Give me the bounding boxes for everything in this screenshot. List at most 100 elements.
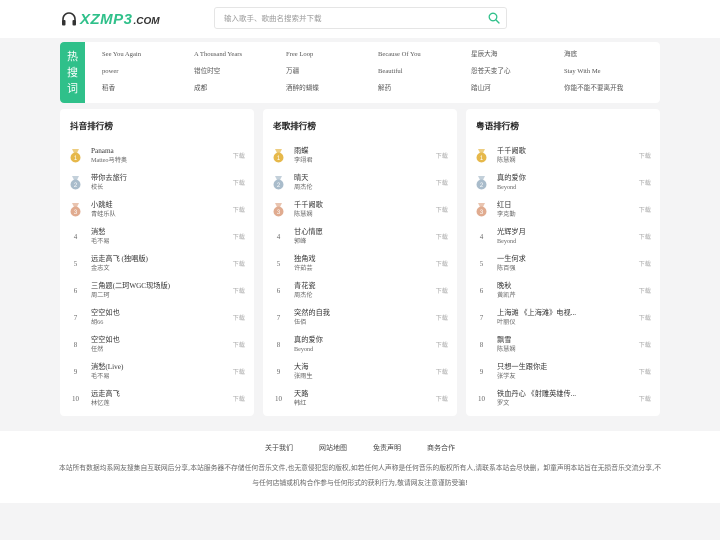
song-title[interactable]: 远走高飞 xyxy=(91,389,221,399)
download-link[interactable]: 下载 xyxy=(436,179,448,189)
download-link[interactable]: 下载 xyxy=(639,179,651,189)
song-artist[interactable]: 叶丽仪 xyxy=(497,318,627,328)
song-row[interactable]: 1 Panama Matteo马特奥 下载 xyxy=(60,143,254,170)
song-title[interactable]: 只想一生跟你走 xyxy=(497,362,627,372)
song-artist[interactable]: 陈慧娴 xyxy=(497,156,627,166)
download-link[interactable]: 下载 xyxy=(436,314,448,324)
download-link[interactable]: 下载 xyxy=(639,368,651,378)
download-link[interactable]: 下载 xyxy=(436,152,448,162)
song-artist[interactable]: Beyond xyxy=(294,345,424,355)
search-icon[interactable] xyxy=(488,12,500,24)
search-input[interactable] xyxy=(215,8,480,28)
footer-link-disclaimer[interactable]: 免责声明 xyxy=(373,443,401,453)
song-artist[interactable]: 周杰伦 xyxy=(294,291,424,301)
song-title[interactable]: 三角题(二珂WGC现场版) xyxy=(91,281,221,291)
song-artist[interactable]: 张雨生 xyxy=(294,372,424,382)
footer-link-business[interactable]: 商务合作 xyxy=(427,443,455,453)
hot-search-item[interactable]: Because Of You xyxy=(378,49,471,66)
site-logo[interactable]: XZMP3 .COM xyxy=(61,9,160,29)
song-title[interactable]: 飘雪 xyxy=(497,335,627,345)
hot-search-item[interactable]: 错位时空 xyxy=(194,66,286,83)
download-link[interactable]: 下载 xyxy=(233,152,245,162)
song-title[interactable]: 空空如也 xyxy=(91,335,221,345)
download-link[interactable]: 下载 xyxy=(436,395,448,405)
song-artist[interactable]: 李翊君 xyxy=(294,156,424,166)
song-title[interactable]: 天路 xyxy=(294,389,424,399)
song-artist[interactable]: 胡66 xyxy=(91,318,221,328)
song-row[interactable]: 10 铁血丹心 《射雕英雄传... 罗文 下载 xyxy=(466,386,660,413)
song-title[interactable]: 大海 xyxy=(294,362,424,372)
download-link[interactable]: 下载 xyxy=(639,341,651,351)
song-title[interactable]: 真的爱你 xyxy=(497,173,627,183)
song-artist[interactable]: 郭峰 xyxy=(294,237,424,247)
song-artist[interactable]: Matteo马特奥 xyxy=(91,156,221,166)
song-row[interactable]: 4 甘心情愿 郭峰 下载 xyxy=(263,224,457,251)
song-artist[interactable]: 罗文 xyxy=(497,399,627,409)
download-link[interactable]: 下载 xyxy=(639,206,651,216)
song-title[interactable]: 一生何求 xyxy=(497,254,627,264)
song-row[interactable]: 2 带你去旅行 校长 下载 xyxy=(60,170,254,197)
song-row[interactable]: 7 上海滩 《上海滩》电视... 叶丽仪 下载 xyxy=(466,305,660,332)
download-link[interactable]: 下载 xyxy=(639,314,651,324)
hot-search-item[interactable]: 踏山河 xyxy=(471,83,564,100)
song-row[interactable]: 1 千千阙歌 陈慧娴 下载 xyxy=(466,143,660,170)
song-title[interactable]: 晴天 xyxy=(294,173,424,183)
download-link[interactable]: 下载 xyxy=(233,395,245,405)
hot-search-item[interactable]: 星辰大海 xyxy=(471,49,564,66)
hot-search-item[interactable]: Beautiful xyxy=(378,66,471,83)
song-title[interactable]: 雨蝶 xyxy=(294,146,424,156)
footer-link-about[interactable]: 关于我们 xyxy=(265,443,293,453)
song-row[interactable]: 5 远走高飞 (独唱版) 金志文 下载 xyxy=(60,251,254,278)
song-artist[interactable]: 许茹芸 xyxy=(294,264,424,274)
hot-search-item[interactable]: See You Again xyxy=(102,49,194,66)
song-artist[interactable]: 周二珂 xyxy=(91,291,221,301)
song-row[interactable]: 1 雨蝶 李翊君 下载 xyxy=(263,143,457,170)
download-link[interactable]: 下载 xyxy=(436,287,448,297)
song-row[interactable]: 6 三角题(二珂WGC现场版) 周二珂 下载 xyxy=(60,278,254,305)
download-link[interactable]: 下载 xyxy=(233,179,245,189)
download-link[interactable]: 下载 xyxy=(436,233,448,243)
song-artist[interactable]: 伍佰 xyxy=(294,318,424,328)
song-row[interactable]: 5 独角戏 许茹芸 下载 xyxy=(263,251,457,278)
song-title[interactable]: 突然的自我 xyxy=(294,308,424,318)
download-link[interactable]: 下载 xyxy=(639,260,651,270)
song-row[interactable]: 9 只想一生跟你走 张学友 下载 xyxy=(466,359,660,386)
song-title[interactable]: 小跳蛙 xyxy=(91,200,221,210)
song-artist[interactable]: 林忆莲 xyxy=(91,399,221,409)
song-row[interactable]: 6 青花瓷 周杰伦 下载 xyxy=(263,278,457,305)
song-title[interactable]: 空空如也 xyxy=(91,308,221,318)
download-link[interactable]: 下载 xyxy=(639,395,651,405)
hot-search-item[interactable]: 你能不能不要离开我 xyxy=(564,83,657,100)
download-link[interactable]: 下载 xyxy=(233,233,245,243)
song-artist[interactable]: 陈慧娴 xyxy=(294,210,424,220)
song-row[interactable]: 4 光辉岁月 Beyond 下载 xyxy=(466,224,660,251)
song-row[interactable]: 7 空空如也 胡66 下载 xyxy=(60,305,254,332)
hot-search-item[interactable]: Free Loop xyxy=(286,49,378,66)
song-title[interactable]: 甘心情愿 xyxy=(294,227,424,237)
song-artist[interactable]: 任然 xyxy=(91,345,221,355)
song-title[interactable]: 真的爱你 xyxy=(294,335,424,345)
song-title[interactable]: 千千阙歌 xyxy=(294,200,424,210)
song-row[interactable]: 2 晴天 周杰伦 下载 xyxy=(263,170,457,197)
song-artist[interactable]: 青蛙乐队 xyxy=(91,210,221,220)
hot-search-item[interactable]: A Thousand Years xyxy=(194,49,286,66)
song-title[interactable]: 消愁 xyxy=(91,227,221,237)
footer-link-sitemap[interactable]: 网站地图 xyxy=(319,443,347,453)
song-title[interactable]: Panama xyxy=(91,146,221,156)
song-artist[interactable]: 毛不易 xyxy=(91,237,221,247)
song-row[interactable]: 9 消愁(Live) 毛不易 下载 xyxy=(60,359,254,386)
song-title[interactable]: 带你去旅行 xyxy=(91,173,221,183)
song-row[interactable]: 10 远走高飞 林忆莲 下载 xyxy=(60,386,254,413)
hot-search-item[interactable]: power xyxy=(102,66,194,83)
song-title[interactable]: 光辉岁月 xyxy=(497,227,627,237)
song-artist[interactable]: Beyond xyxy=(497,237,627,247)
download-link[interactable]: 下载 xyxy=(436,341,448,351)
song-title[interactable]: 消愁(Live) xyxy=(91,362,221,372)
song-title[interactable]: 独角戏 xyxy=(294,254,424,264)
song-row[interactable]: 3 千千阙歌 陈慧娴 下载 xyxy=(263,197,457,224)
song-artist[interactable]: 金志文 xyxy=(91,264,221,274)
hot-search-item[interactable]: 成都 xyxy=(194,83,286,100)
song-row[interactable]: 8 飘雪 陈慧娴 下载 xyxy=(466,332,660,359)
song-row[interactable]: 8 空空如也 任然 下载 xyxy=(60,332,254,359)
hot-search-item[interactable]: 海底 xyxy=(564,49,657,66)
